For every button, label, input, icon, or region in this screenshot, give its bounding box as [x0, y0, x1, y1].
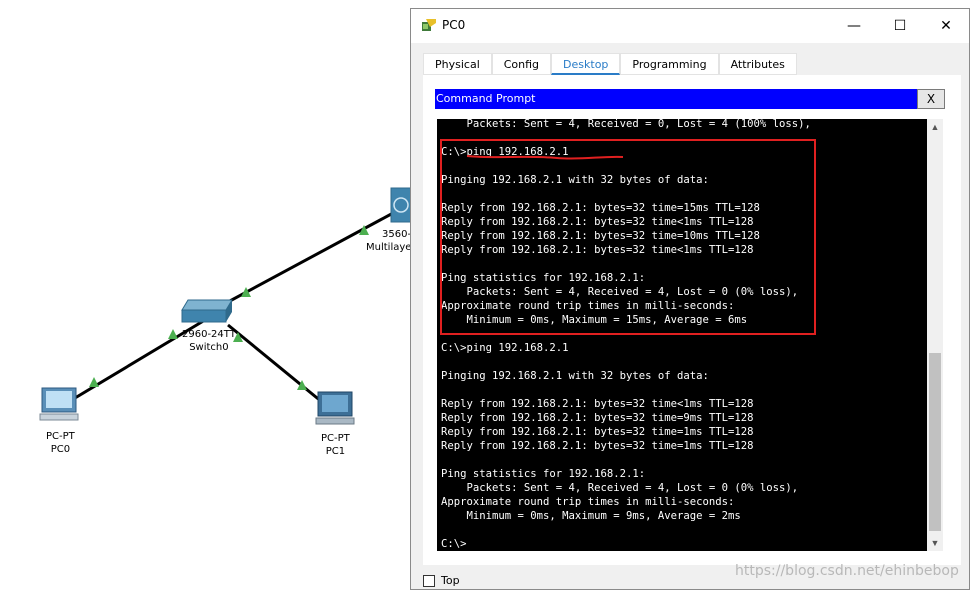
- pc0-label: PC-PT PC0: [46, 430, 75, 456]
- window-title: PC0: [442, 18, 466, 32]
- node-name: PC1: [325, 446, 346, 457]
- tab-programming[interactable]: Programming: [620, 53, 719, 75]
- multilayer-switch-icon: [390, 187, 412, 223]
- link-switch0-pc1: [227, 323, 323, 404]
- top-checkbox[interactable]: [423, 574, 435, 587]
- switch-icon: [181, 299, 233, 323]
- device-tabs: Physical Config Desktop Programming Attr…: [423, 53, 797, 75]
- packet-tracer-icon: [422, 19, 436, 31]
- top-option[interactable]: Top: [423, 574, 460, 587]
- link-up-icon: [168, 329, 178, 339]
- watermark-text: https://blog.csdn.net/ehinbebop: [735, 563, 959, 579]
- node-name: Switch0: [189, 342, 229, 353]
- window-titlebar[interactable]: PC0 — ☐ ✕: [411, 9, 969, 43]
- scroll-down-icon[interactable]: ▼: [927, 535, 943, 551]
- desktop-tab-content: Command Prompt X Packets: Sent = 4, Rece…: [423, 75, 961, 565]
- pc0-computer-icon: [39, 387, 79, 421]
- close-button[interactable]: ✕: [923, 9, 969, 43]
- top-checkbox-label: Top: [441, 574, 460, 587]
- pc1-label: PC-PT PC1: [321, 432, 350, 458]
- command-prompt-close-button[interactable]: X: [917, 89, 945, 109]
- multilayer-label: 3560- Multilayer: [366, 228, 416, 254]
- scroll-up-icon[interactable]: ▲: [927, 119, 943, 135]
- scrollbar-thumb[interactable]: [929, 353, 941, 531]
- switch0-label: 2960-24TT Switch0: [182, 328, 236, 354]
- tab-attributes[interactable]: Attributes: [718, 53, 797, 75]
- node-model: 3560-: [382, 229, 412, 240]
- node-name: Multilayer: [366, 242, 416, 253]
- node-model: PC-PT: [46, 431, 75, 442]
- highlight-annotation-box: [440, 139, 816, 335]
- tab-desktop[interactable]: Desktop: [551, 53, 621, 75]
- underline-annotation: [467, 155, 623, 160]
- node-model: 2960-24TT: [182, 329, 236, 340]
- minimize-button[interactable]: —: [831, 9, 877, 43]
- node-name: PC0: [50, 444, 71, 455]
- node-model: PC-PT: [321, 433, 350, 444]
- maximize-button[interactable]: ☐: [877, 9, 923, 43]
- command-prompt-console[interactable]: Packets: Sent = 4, Received = 0, Lost = …: [437, 119, 927, 551]
- tab-physical[interactable]: Physical: [423, 53, 492, 75]
- link-up-icon: [89, 377, 99, 387]
- command-prompt-title: Command Prompt: [435, 89, 917, 109]
- link-switch0-multilayer: [214, 210, 396, 311]
- pc0-window[interactable]: PC0 — ☐ ✕ Physical Config Desktop Progra…: [410, 8, 970, 590]
- tab-config[interactable]: Config: [491, 53, 552, 75]
- console-scrollbar[interactable]: ▲ ▼: [927, 119, 943, 551]
- pc1-computer-icon: [315, 391, 355, 425]
